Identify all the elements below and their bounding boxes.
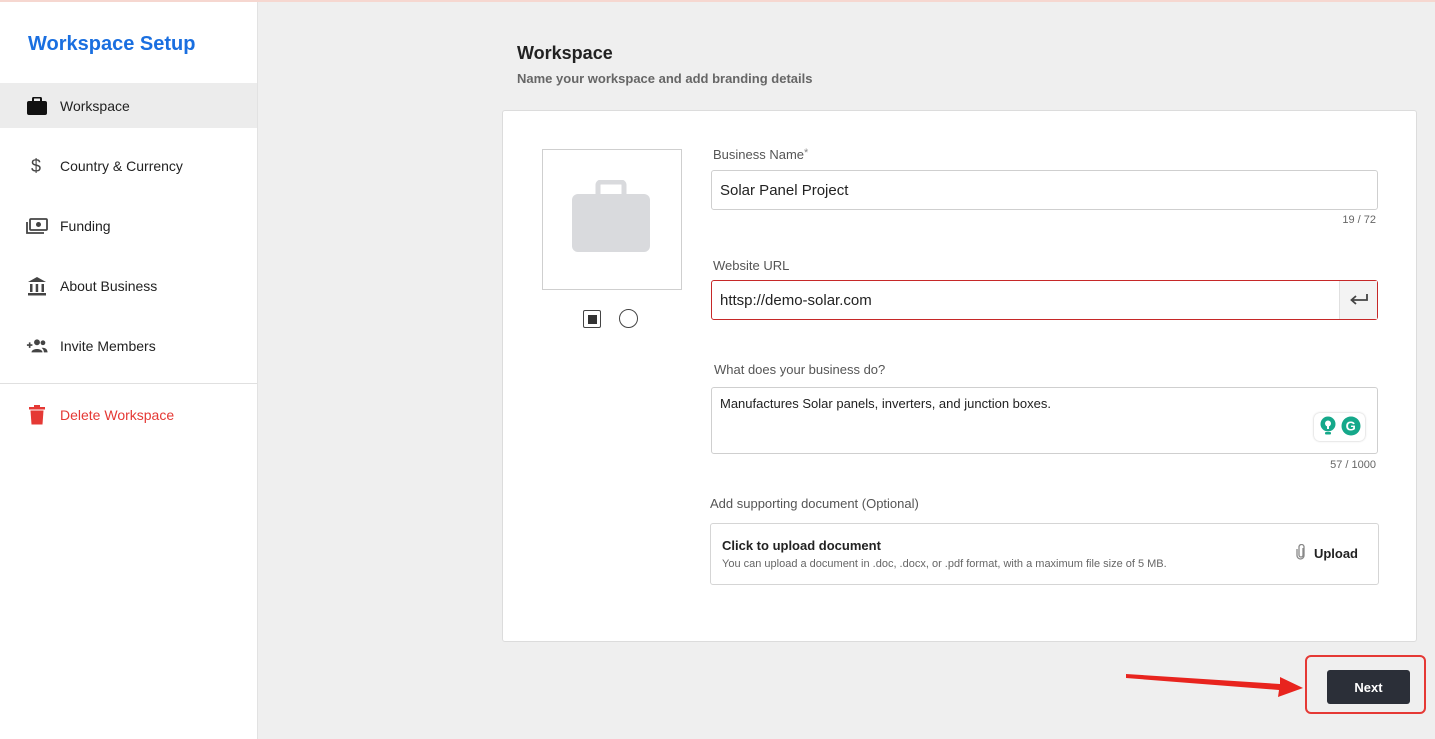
circle-shape-option[interactable] xyxy=(619,309,638,328)
description-textarea[interactable]: Manufactures Solar panels, inverters, an… xyxy=(711,387,1378,454)
upload-title: Click to upload document xyxy=(722,538,881,553)
logo-upload-area[interactable] xyxy=(542,149,682,290)
business-name-counter: 19 / 72 xyxy=(1342,214,1376,226)
business-name-input[interactable]: Solar Panel Project xyxy=(711,170,1378,210)
sidebar-title: Workspace Setup xyxy=(28,33,196,55)
sidebar-item-label: About Business xyxy=(60,277,158,294)
business-name-label-text: Business Name xyxy=(713,147,805,162)
next-button[interactable]: Next xyxy=(1327,670,1410,704)
square-shape-option[interactable] xyxy=(583,310,601,328)
website-url-label: Website URL xyxy=(713,258,790,273)
website-url-input[interactable]: httsp://demo-solar.com xyxy=(711,280,1378,320)
website-url-value: httsp://demo-solar.com xyxy=(720,291,872,309)
description-label: What does your business do? xyxy=(714,362,886,377)
upload-button[interactable]: Upload xyxy=(1296,543,1358,563)
delete-workspace-button[interactable]: Delete Workspace xyxy=(0,392,257,437)
description-counter: 57 / 1000 xyxy=(1330,459,1376,471)
description-value: Manufactures Solar panels, inverters, an… xyxy=(720,396,1051,411)
business-name-label: Business Name* xyxy=(713,147,808,162)
delete-workspace-label: Delete Workspace xyxy=(60,406,175,423)
upload-hint: You can upload a document in .doc, .docx… xyxy=(722,558,1167,570)
sidebar: Workspace Setup Workspace $ Country & Cu… xyxy=(0,2,258,739)
grammarly-widget[interactable]: G xyxy=(1314,413,1365,441)
paperclip-icon xyxy=(1296,543,1306,563)
page-subtitle: Name your workspace and add branding det… xyxy=(517,71,813,86)
document-label: Add supporting document (Optional) xyxy=(710,496,919,511)
annotation-arrow xyxy=(1126,674,1303,697)
sidebar-item-about-business[interactable]: About Business xyxy=(0,263,257,308)
workspace-form-card: Business Name* Solar Panel Project 19 / … xyxy=(502,110,1417,642)
group-add-icon xyxy=(26,335,48,357)
document-upload-area[interactable]: Click to upload document You can upload … xyxy=(710,523,1379,585)
trash-icon xyxy=(26,404,48,426)
business-name-value: Solar Panel Project xyxy=(720,181,849,199)
lightbulb-icon xyxy=(1319,416,1337,439)
grammarly-icon: G xyxy=(1341,416,1361,439)
sidebar-item-label: Funding xyxy=(60,217,111,234)
sidebar-item-label: Country & Currency xyxy=(60,157,183,174)
sidebar-item-workspace[interactable]: Workspace xyxy=(0,83,257,128)
sidebar-nav: Workspace $ Country & Currency Funding A… xyxy=(0,83,257,383)
svg-text:G: G xyxy=(1345,418,1355,433)
page-title: Workspace xyxy=(517,43,613,63)
sidebar-divider xyxy=(0,383,257,384)
money-icon xyxy=(26,215,48,237)
sidebar-item-label: Workspace xyxy=(60,97,130,114)
sidebar-item-country-currency[interactable]: $ Country & Currency xyxy=(0,143,257,188)
enter-icon[interactable] xyxy=(1339,281,1377,319)
briefcase-icon xyxy=(26,95,48,117)
upload-label: Upload xyxy=(1313,546,1358,561)
dollar-icon: $ xyxy=(26,155,48,177)
required-marker: * xyxy=(804,147,809,159)
sidebar-item-funding[interactable]: Funding xyxy=(0,203,257,248)
briefcase-placeholder-icon xyxy=(572,179,652,259)
sidebar-item-label: Invite Members xyxy=(60,337,156,354)
svg-text:$: $ xyxy=(31,156,41,176)
bank-icon xyxy=(26,275,48,297)
sidebar-item-invite-members[interactable]: Invite Members xyxy=(0,323,257,368)
